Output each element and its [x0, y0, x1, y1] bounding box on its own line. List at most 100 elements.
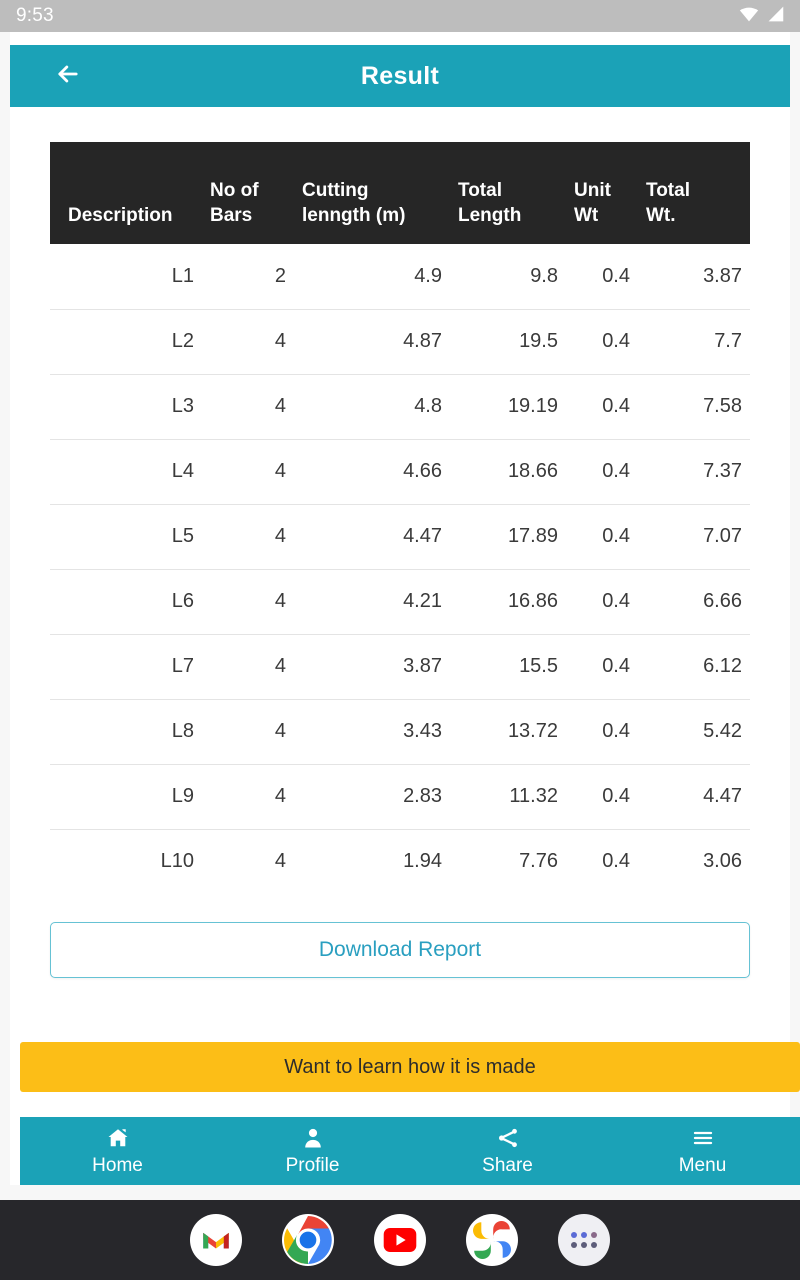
cell-description: L3: [50, 374, 202, 440]
nav-item-menu[interactable]: Menu: [605, 1117, 800, 1185]
cell-total-wt: 6.66: [638, 569, 750, 635]
cell-unit-wt: 0.4: [566, 504, 638, 570]
table-header-row: Description No of Bars Cutting lenngth (…: [50, 142, 750, 244]
column-header-line2: Wt.: [646, 204, 676, 226]
gmail-icon[interactable]: [190, 1214, 242, 1266]
table-row: L8 4 3.43 13.72 0.4 5.42: [50, 699, 750, 765]
arrow-left-icon: [54, 60, 82, 93]
column-header-total-length: Total Length: [450, 142, 566, 244]
cell-total-wt: 7.37: [638, 439, 750, 505]
table-row: L10 4 1.94 7.76 0.4 3.06: [50, 829, 750, 894]
cell-total-length: 11.32: [450, 764, 566, 830]
cell-total-length: 9.8: [450, 244, 566, 310]
column-header-cutting-length: Cutting lenngth (m): [294, 142, 450, 244]
table-body: L1 2 4.9 9.8 0.4 3.87 L2 4 4.87 19.5 0.4 7.7 L3 4 4.8 1…: [50, 244, 750, 894]
promo-banner[interactable]: Want to learn how it is made: [20, 1042, 800, 1092]
cell-description: L8: [50, 699, 202, 765]
cell-total-length: 18.66: [450, 439, 566, 505]
cell-total-wt: 6.12: [638, 634, 750, 700]
column-header-line2: lenngth (m): [302, 204, 406, 226]
scroll-content[interactable]: Description No of Bars Cutting lenngth (…: [10, 107, 790, 1082]
column-header-line1: Total: [458, 180, 502, 202]
table-row: L4 4 4.66 18.66 0.4 7.37: [50, 439, 750, 505]
status-bar-clock: 9:53: [16, 5, 54, 26]
nav-item-share[interactable]: Share: [410, 1117, 605, 1185]
cell-no-of-bars: 4: [202, 439, 294, 505]
google-photos-icon[interactable]: [466, 1214, 518, 1266]
column-header-line2: Wt: [574, 204, 599, 226]
status-bar-icons: [738, 3, 786, 30]
app-drawer-icon[interactable]: [558, 1214, 610, 1266]
share-icon: [496, 1126, 520, 1150]
column-header-line2: Bars: [210, 204, 253, 226]
table-header: Description No of Bars Cutting lenngth (…: [50, 142, 750, 244]
chrome-icon[interactable]: [282, 1214, 334, 1266]
cell-total-length: 19.19: [450, 374, 566, 440]
cell-unit-wt: 0.4: [566, 569, 638, 635]
column-header-line1: Cutting: [302, 180, 369, 202]
cell-no-of-bars: 2: [202, 244, 294, 310]
cell-unit-wt: 0.4: [602, 850, 630, 873]
result-table: Description No of Bars Cutting lenngth (…: [50, 142, 750, 894]
column-header-line2: Description: [68, 204, 173, 226]
column-header-line1: Total: [646, 180, 690, 202]
nav-item-home[interactable]: Home: [20, 1117, 215, 1185]
table-row: L5 4 4.47 17.89 0.4 7.07: [50, 504, 750, 570]
cell-unit-wt: 0.4: [566, 764, 638, 830]
cell-cutting-length: 4.8: [294, 374, 450, 440]
app-content-area: Result Description No of Bars Cutting le…: [10, 32, 800, 1185]
cell-description: L10: [160, 850, 194, 873]
download-report-button[interactable]: Download Report: [50, 922, 750, 978]
android-dock: [0, 1200, 800, 1280]
cell-no-of-bars: 4: [202, 764, 294, 830]
cell-cutting-length: 4.21: [294, 569, 450, 635]
cell-unit-wt: 0.4: [566, 699, 638, 765]
cell-unit-wt: 0.4: [566, 634, 638, 700]
page-title: Result: [360, 61, 440, 90]
cell-no-of-bars: 4: [202, 699, 294, 765]
app-drawer-dots: [571, 1232, 597, 1248]
cell-cutting-length: 3.43: [294, 699, 450, 765]
home-icon: [106, 1126, 130, 1150]
column-header-line2: Length: [458, 204, 522, 226]
cell-no-of-bars: 4: [202, 374, 294, 440]
youtube-icon[interactable]: [374, 1214, 426, 1266]
table-row: L3 4 4.8 19.19 0.4 7.58: [50, 374, 750, 440]
cell-unit-wt: 0.4: [566, 244, 638, 310]
app-window: Result Description No of Bars Cutting le…: [0, 32, 800, 1200]
cell-total-length: 13.72: [450, 699, 566, 765]
cell-description: L7: [50, 634, 202, 700]
cell-total-length: 19.5: [450, 309, 566, 375]
cell-total-wt: 7.58: [638, 374, 750, 440]
table-row: L6 4 4.21 16.86 0.4 6.66: [50, 569, 750, 635]
cell-unit-wt: 0.4: [566, 374, 638, 440]
cell-total-length: 16.86: [450, 569, 566, 635]
table-row: L9 4 2.83 11.32 0.4 4.47: [50, 764, 750, 830]
cell-unit-wt: 0.4: [566, 439, 638, 505]
cell-total-wt: 3.06: [703, 850, 742, 873]
signal-icon: [764, 3, 786, 30]
cell-no-of-bars: 4: [202, 634, 294, 700]
nav-item-profile[interactable]: Profile: [215, 1117, 410, 1185]
nav-item-label: Home: [92, 1154, 143, 1176]
cell-cutting-length: 4.47: [294, 504, 450, 570]
column-header-line1: Unit: [574, 180, 611, 202]
cell-cutting-length: 4.87: [294, 309, 450, 375]
cell-no-of-bars: 4: [202, 569, 294, 635]
cell-cutting-length: 4.9: [294, 244, 450, 310]
bottom-navigation-bar: Home Profile Share Menu: [20, 1117, 800, 1185]
table-row: L2 4 4.87 19.5 0.4 7.7: [50, 309, 750, 375]
cell-description: L4: [50, 439, 202, 505]
cell-unit-wt: 0.4: [566, 309, 638, 375]
cell-total-length: 7.76: [519, 850, 558, 873]
table-row: L7 4 3.87 15.5 0.4 6.12: [50, 634, 750, 700]
cell-no-of-bars: 4: [274, 850, 286, 873]
back-button[interactable]: [48, 56, 88, 96]
column-header-description: Description: [50, 142, 202, 244]
cell-total-wt: 4.47: [638, 764, 750, 830]
app-bar: Result: [10, 45, 790, 107]
table-row: L1 2 4.9 9.8 0.4 3.87: [50, 244, 750, 310]
cell-total-wt: 5.42: [638, 699, 750, 765]
cell-cutting-length: 4.66: [294, 439, 450, 505]
column-header-unit-wt: Unit Wt: [566, 142, 638, 244]
